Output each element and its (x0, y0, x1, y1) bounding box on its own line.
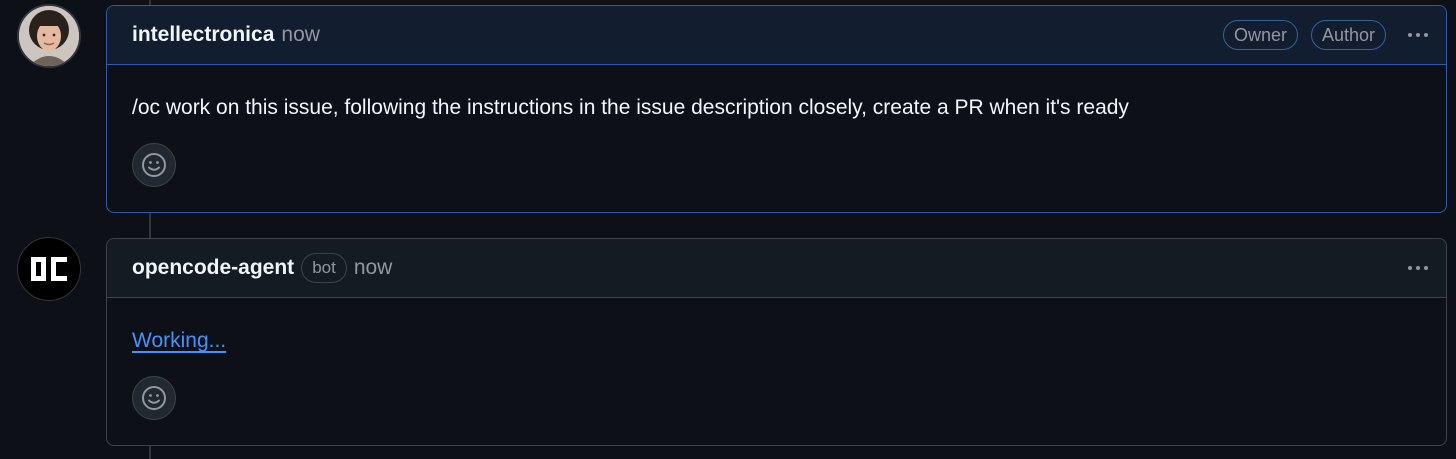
opencode-logo-icon (31, 257, 67, 281)
comment-timestamp[interactable]: now (281, 23, 320, 47)
comment-header-actions: Owner Author (1210, 20, 1432, 50)
comment-header: intellectronica now Owner Author (107, 6, 1446, 65)
comment-body: Working... (107, 298, 1446, 355)
kebab-dot (1408, 33, 1412, 37)
comment-header: opencode-agent bot now (107, 239, 1446, 298)
opencode-agent-avatar[interactable] (17, 237, 81, 301)
comment-header-actions (1386, 258, 1432, 278)
user-photo-avatar[interactable] (17, 4, 81, 68)
comment-card-bot: opencode-agent bot now Working... (106, 238, 1447, 446)
comment-body: /oc work on this issue, following the in… (107, 65, 1446, 122)
add-reaction-button[interactable] (132, 376, 176, 420)
kebab-dot (1408, 266, 1412, 270)
comment-timestamp[interactable]: now (354, 256, 393, 280)
kebab-dot (1416, 33, 1420, 37)
kebab-horizontal-icon[interactable] (1404, 258, 1432, 278)
add-reaction-button[interactable] (132, 143, 176, 187)
smiley-icon (142, 153, 166, 177)
working-link[interactable]: Working... (132, 329, 226, 352)
kebab-dot (1424, 266, 1428, 270)
comment-card-owner: intellectronica now Owner Author /oc wor… (106, 5, 1447, 213)
kebab-dot (1424, 33, 1428, 37)
comment-body-text: /oc work on this issue, following the in… (132, 96, 1129, 119)
kebab-horizontal-icon[interactable] (1404, 25, 1432, 45)
owner-badge: Owner (1222, 20, 1298, 50)
comment-author[interactable]: opencode-agent (132, 256, 294, 280)
bot-badge: bot (301, 253, 347, 283)
smiley-icon (142, 386, 166, 410)
comment-author[interactable]: intellectronica (132, 23, 274, 47)
kebab-dot (1416, 266, 1420, 270)
user-photo-avatar-icon (19, 6, 79, 66)
author-badge: Author (1310, 20, 1386, 50)
